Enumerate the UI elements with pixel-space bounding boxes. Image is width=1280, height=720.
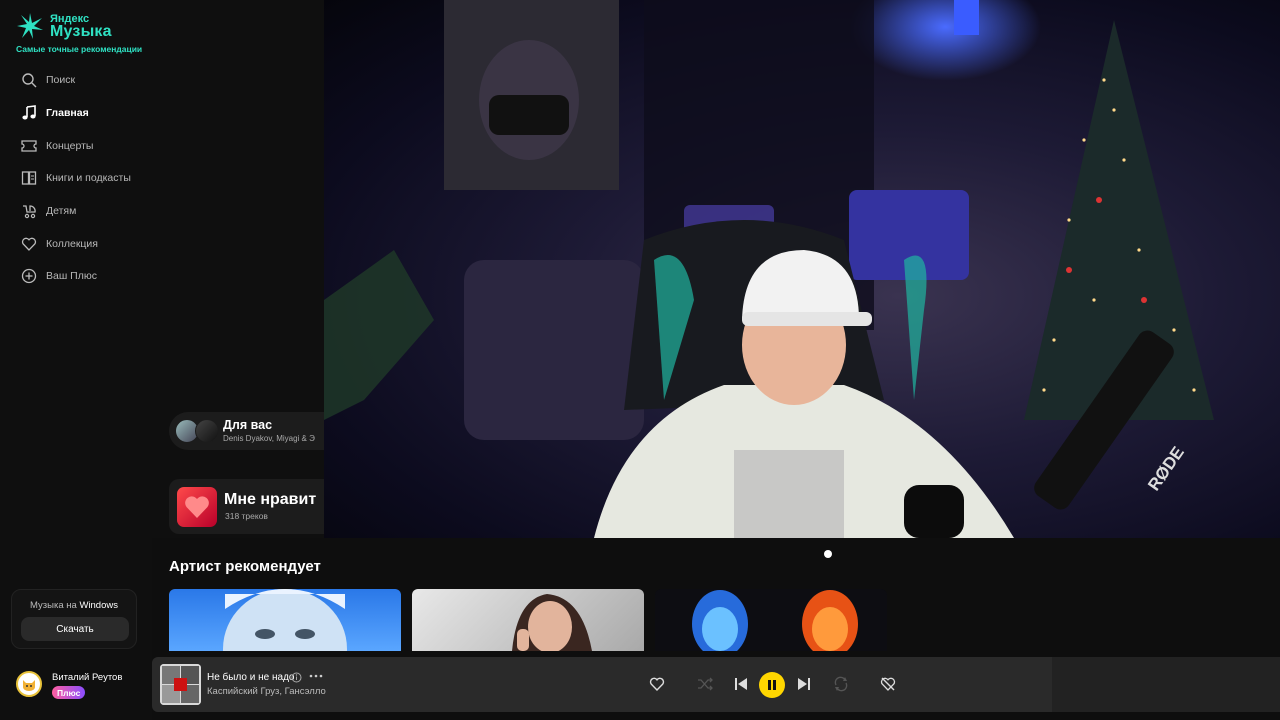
artist-avatar-2 bbox=[195, 419, 219, 443]
liked-count: 318 треков bbox=[225, 511, 268, 521]
user-name: Виталий Реутов bbox=[52, 672, 123, 683]
cards-clip: Для вас Denis Dyakov, Miyagi & Э Мне нра… bbox=[152, 400, 324, 540]
logo-tagline: Самые точные рекомендации bbox=[16, 44, 143, 54]
sidebar-item-label: Поиск bbox=[46, 74, 76, 87]
player-right-panel bbox=[1052, 657, 1280, 712]
artist-cover-image bbox=[692, 590, 858, 651]
recommendation-card-3[interactable] bbox=[655, 589, 887, 651]
sidebar-item-plus[interactable]: Ваш Плюс bbox=[0, 260, 152, 293]
sidebar-item-label: Детям bbox=[46, 205, 77, 218]
section-title: Артист рекомендует bbox=[169, 558, 321, 575]
sidebar-item-label: Концерты bbox=[46, 139, 94, 152]
track-artists[interactable]: Каспийский Груз, Гансэлло bbox=[207, 686, 326, 697]
recommendation-card-1[interactable] bbox=[169, 589, 401, 651]
shuffle-icon bbox=[698, 677, 713, 691]
artist-cover-image bbox=[223, 589, 347, 651]
search-icon bbox=[21, 72, 37, 88]
sidebar-item-books[interactable]: Книги и подкасты bbox=[0, 162, 152, 195]
sidebar-nav: Поиск Главная Концерты Книги и подкасты bbox=[0, 64, 152, 293]
plus-circle-icon bbox=[21, 268, 37, 284]
music-note-icon bbox=[21, 105, 37, 121]
sidebar-item-label: Главная bbox=[46, 107, 89, 120]
dislike-icon bbox=[880, 677, 896, 691]
sidebar-item-search[interactable]: Поиск bbox=[0, 64, 152, 97]
logo-title: Музыка bbox=[50, 23, 112, 40]
plus-badge[interactable]: Плюс bbox=[52, 686, 86, 699]
cat-face-icon bbox=[23, 680, 35, 691]
sidebar-item-kids[interactable]: Детям bbox=[0, 195, 152, 228]
logo-star-icon bbox=[17, 13, 43, 39]
recommendation-card-2[interactable] bbox=[412, 589, 644, 651]
streamer-video-image: RØDE bbox=[324, 0, 1280, 538]
previous-button[interactable] bbox=[730, 673, 752, 695]
heart-icon bbox=[185, 496, 209, 518]
ticket-icon bbox=[21, 138, 37, 154]
sidebar-item-collection[interactable]: Коллекция bbox=[0, 227, 152, 260]
track-cover[interactable] bbox=[160, 664, 201, 705]
info-icon[interactable] bbox=[291, 672, 302, 683]
user-profile[interactable]: Виталий Реутов Плюс bbox=[16, 670, 146, 702]
liked-cover bbox=[177, 487, 217, 527]
sidebar-item-label: Ваш Плюс bbox=[46, 270, 97, 283]
for-you-title: Для вас bbox=[223, 418, 273, 432]
artist-cover-image bbox=[512, 594, 592, 651]
app-window: Яндекс Музыка Самые точные рекомендации … bbox=[0, 0, 1280, 720]
sidebar-item-home[interactable]: Главная bbox=[0, 97, 152, 130]
plus-badge-label: Плюс bbox=[57, 687, 81, 698]
heart-icon bbox=[649, 677, 665, 692]
track-cover-image bbox=[160, 664, 201, 705]
heart-icon bbox=[21, 236, 37, 252]
download-app-platform: Windows bbox=[79, 600, 118, 611]
repeat-icon bbox=[834, 676, 848, 692]
stroller-icon bbox=[21, 203, 37, 219]
sidebar-item-label: Коллекция bbox=[46, 237, 98, 250]
video-overlay: RØDE bbox=[324, 0, 1280, 538]
sidebar-item-concerts[interactable]: Концерты bbox=[0, 129, 152, 162]
player-bar: Не было и не надо Каспийский Груз, Гансэ… bbox=[152, 657, 1280, 712]
pause-icon bbox=[768, 680, 776, 690]
avatar[interactable] bbox=[16, 671, 42, 697]
repeat-button[interactable] bbox=[830, 673, 852, 695]
track-title[interactable]: Не было и не надо bbox=[207, 672, 294, 683]
book-icon bbox=[21, 170, 37, 186]
download-app-text: Музыка на Windows bbox=[12, 600, 136, 611]
dislike-button[interactable] bbox=[877, 673, 899, 695]
main-content: RØDE Для вас Denis Dyakov, Miyagi & Э Мн… bbox=[152, 0, 1280, 720]
carousel-dot[interactable] bbox=[824, 550, 832, 558]
download-app-label: Музыка на bbox=[30, 600, 77, 611]
previous-icon bbox=[735, 678, 747, 690]
next-button[interactable] bbox=[793, 673, 815, 695]
pause-button[interactable] bbox=[759, 672, 785, 698]
liked-title: Мне нравит bbox=[224, 491, 317, 508]
for-you-card[interactable]: Для вас Denis Dyakov, Miyagi & Э bbox=[169, 412, 324, 450]
next-icon bbox=[798, 678, 810, 690]
like-button[interactable] bbox=[646, 673, 668, 695]
download-app-card: Музыка на Windows Скачать bbox=[11, 589, 137, 649]
for-you-subtitle: Denis Dyakov, Miyagi & Э bbox=[223, 434, 315, 443]
logo[interactable]: Яндекс Музыка Самые точные рекомендации bbox=[16, 12, 143, 56]
sidebar: Яндекс Музыка Самые точные рекомендации … bbox=[0, 0, 152, 720]
liked-card[interactable]: Мне нравит 318 треков bbox=[169, 479, 324, 534]
shuffle-button[interactable] bbox=[694, 673, 716, 695]
sidebar-item-label: Книги и подкасты bbox=[46, 172, 131, 185]
more-options-icon[interactable] bbox=[308, 670, 324, 682]
download-button[interactable]: Скачать bbox=[21, 617, 129, 641]
